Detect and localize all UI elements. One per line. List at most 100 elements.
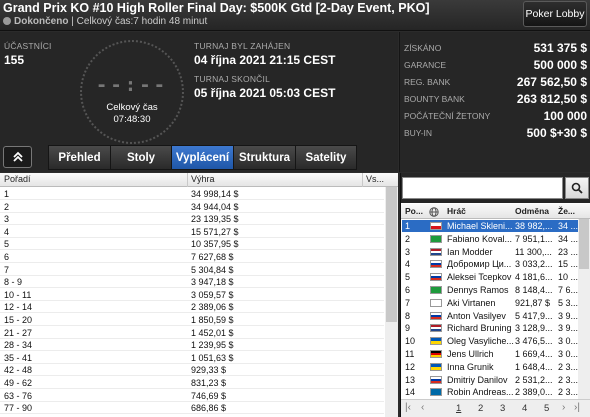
- page-link[interactable]: 4: [522, 403, 527, 414]
- search-button[interactable]: [565, 177, 589, 199]
- table-row[interactable]: 21 - 27 1 452,01 $: [0, 327, 384, 339]
- started-value: 04 října 2021 21:15 CEST: [194, 53, 336, 67]
- column-header-pos[interactable]: Po...: [405, 206, 423, 216]
- page-link[interactable]: 1: [456, 403, 461, 414]
- table-row[interactable]: 10 - 11 3 059,57 $: [0, 289, 384, 301]
- pager: |‹ ‹ › ›| 1 2 3 4 5: [401, 399, 590, 417]
- player-name-cell: Robin Andreas...: [447, 387, 514, 398]
- clock-time: 07:48:30: [113, 114, 151, 125]
- pos-cell: 4: [405, 259, 411, 270]
- table-row[interactable]: 63 - 76 746,69 $: [0, 390, 384, 402]
- collapse-button[interactable]: [3, 146, 32, 168]
- column-header-place[interactable]: Pořadí: [4, 174, 31, 184]
- table-row[interactable]: 1 34 998,14 $: [0, 188, 384, 201]
- stat-label: POČÁTEČNÍ ŽETONY: [404, 111, 491, 121]
- table-row[interactable]: 3 23 139,35 $: [0, 213, 384, 226]
- table-row[interactable]: 49 - 62 831,23 $: [0, 377, 384, 390]
- flag-se-icon: [430, 388, 442, 397]
- reward-cell: 7 951,1...: [515, 233, 553, 244]
- player-row[interactable]: 13 Dmitriy Danilov 2 531,2... 2 3...: [402, 374, 578, 386]
- player-row[interactable]: 6 Dennys Ramos 8 148,4... 7 6...: [402, 284, 578, 296]
- table-row[interactable]: 6 7 627,68 $: [0, 251, 384, 264]
- tab-vyplácení[interactable]: Vyplácení: [172, 145, 234, 170]
- player-row[interactable]: 5 Aleksei Tcepkov 4 181,6... 10 ...: [402, 271, 578, 283]
- table-row[interactable]: 8 - 9 3 947,18 $: [0, 276, 384, 289]
- pos-cell: 8: [405, 310, 411, 321]
- place-cell: 21 - 27: [4, 327, 33, 338]
- extra-cell: 34 ...: [558, 221, 578, 231]
- table-row[interactable]: 12 - 14 2 389,06 $: [0, 301, 384, 314]
- column-header-reward[interactable]: Odměna: [515, 206, 549, 216]
- table-row[interactable]: 4 15 571,27 $: [0, 226, 384, 238]
- clock-digits: --:--: [95, 74, 169, 96]
- stat-label: ZÍSKÁNO: [404, 43, 442, 53]
- place-cell: 3: [4, 214, 10, 225]
- page-link[interactable]: 5: [544, 403, 549, 414]
- reward-cell: 2 389,0...: [515, 387, 553, 398]
- prize-cell: 929,33 $: [191, 365, 227, 376]
- player-name-cell: Добромир Ци...: [447, 259, 512, 270]
- reward-cell: 8 148,4...: [515, 285, 553, 295]
- table-row[interactable]: 2 34 944,04 $: [0, 201, 384, 213]
- page-link[interactable]: 2: [478, 403, 483, 414]
- search-icon: [571, 182, 583, 194]
- player-list-scrollbar[interactable]: [578, 219, 590, 399]
- poker-lobby-button[interactable]: Poker Lobby: [523, 1, 587, 27]
- tab-satelity[interactable]: Satelity: [296, 145, 357, 170]
- tab-přehled[interactable]: Přehled: [48, 145, 111, 170]
- table-row[interactable]: 35 - 41 1 051,63 $: [0, 352, 384, 364]
- prize-cell: 831,23 $: [191, 378, 227, 388]
- table-row[interactable]: 77 - 90 686,86 $: [0, 402, 384, 415]
- column-header-extra[interactable]: Vs...: [366, 174, 384, 184]
- prev-page-icon[interactable]: ‹: [421, 402, 424, 413]
- player-row[interactable]: 14 Robin Andreas... 2 389,0... 2 3...: [402, 386, 578, 398]
- player-row[interactable]: 2 Fabiano Koval... 7 951,1... 34 ...: [402, 233, 578, 245]
- last-page-icon[interactable]: ›|: [574, 402, 580, 413]
- stat-value: 531 375 $: [533, 41, 587, 55]
- scrollbar-thumb[interactable]: [386, 187, 397, 322]
- stat-value: 500 000 $: [533, 58, 587, 72]
- table-row[interactable]: 7 5 304,84 $: [0, 264, 384, 276]
- player-row[interactable]: 3 Ian Modder 11 300,... 23 ...: [402, 246, 578, 258]
- table-row[interactable]: 5 10 357,95 $: [0, 238, 384, 251]
- place-cell: 49 - 62: [4, 378, 33, 388]
- table-row[interactable]: 28 - 34 1 239,95 $: [0, 339, 384, 352]
- tab-struktura[interactable]: Struktura: [234, 145, 296, 170]
- prize-cell: 15 571,27 $: [191, 226, 239, 237]
- player-list: Po... Hráč Odměna Že... 1 Michael Skleni.…: [400, 173, 590, 417]
- place-cell: 35 - 41: [4, 352, 33, 363]
- page-link[interactable]: 3: [500, 403, 505, 414]
- player-row[interactable]: 1 Michael Skleni... 38 982,... 34 ...: [402, 220, 578, 233]
- extra-cell: 10 ...: [558, 272, 578, 283]
- player-row[interactable]: 11 Jens Ullrich 1 669,4... 3 0...: [402, 348, 578, 360]
- first-page-icon[interactable]: |‹: [405, 402, 411, 413]
- reward-cell: 11 300,...: [515, 246, 552, 257]
- search-input[interactable]: [402, 177, 563, 199]
- next-page-icon[interactable]: ›: [562, 402, 565, 413]
- player-name-cell: Ian Modder: [447, 246, 493, 257]
- prize-cell: 34 944,04 $: [191, 201, 239, 212]
- player-row[interactable]: 7 Aki Virtanen 921,87 $ 5 3...: [402, 297, 578, 309]
- player-row[interactable]: 9 Richard Bruning 3 128,9... 3 9...: [402, 322, 578, 334]
- table-row[interactable]: 42 - 48 929,33 $: [0, 364, 384, 377]
- stat-label: BUY-IN: [404, 128, 433, 138]
- player-row[interactable]: 4 Добромир Ци... 3 033,2... 15 ...: [402, 258, 578, 270]
- place-cell: 12 - 14: [4, 302, 33, 313]
- payout-scrollbar[interactable]: [385, 187, 398, 417]
- player-row[interactable]: 10 Oleg Vasyliche... 3 476,5... 3 0...: [402, 335, 578, 347]
- prize-cell: 1 452,01 $: [191, 327, 234, 338]
- column-header-player[interactable]: Hráč: [447, 206, 466, 216]
- extra-cell: 5 3...: [558, 297, 578, 308]
- player-row[interactable]: 12 Inna Grunik 1 648,4... 2 3...: [402, 361, 578, 373]
- scrollbar-thumb[interactable]: [579, 219, 589, 269]
- column-header-extra[interactable]: Že...: [558, 206, 575, 216]
- flag-cz-icon: [430, 222, 442, 230]
- extra-cell: 2 3...: [558, 387, 578, 398]
- prize-cell: 7 627,68 $: [191, 252, 234, 262]
- column-header-prize[interactable]: Výhra: [191, 174, 215, 184]
- reward-cell: 3 476,5...: [515, 336, 553, 347]
- player-name-cell: Dmitriy Danilov: [447, 374, 508, 385]
- player-row[interactable]: 8 Anton Vasilyev 5 417,9... 3 9...: [402, 310, 578, 322]
- tab-stoly[interactable]: Stoly: [111, 145, 172, 170]
- table-row[interactable]: 15 - 20 1 850,59 $: [0, 314, 384, 327]
